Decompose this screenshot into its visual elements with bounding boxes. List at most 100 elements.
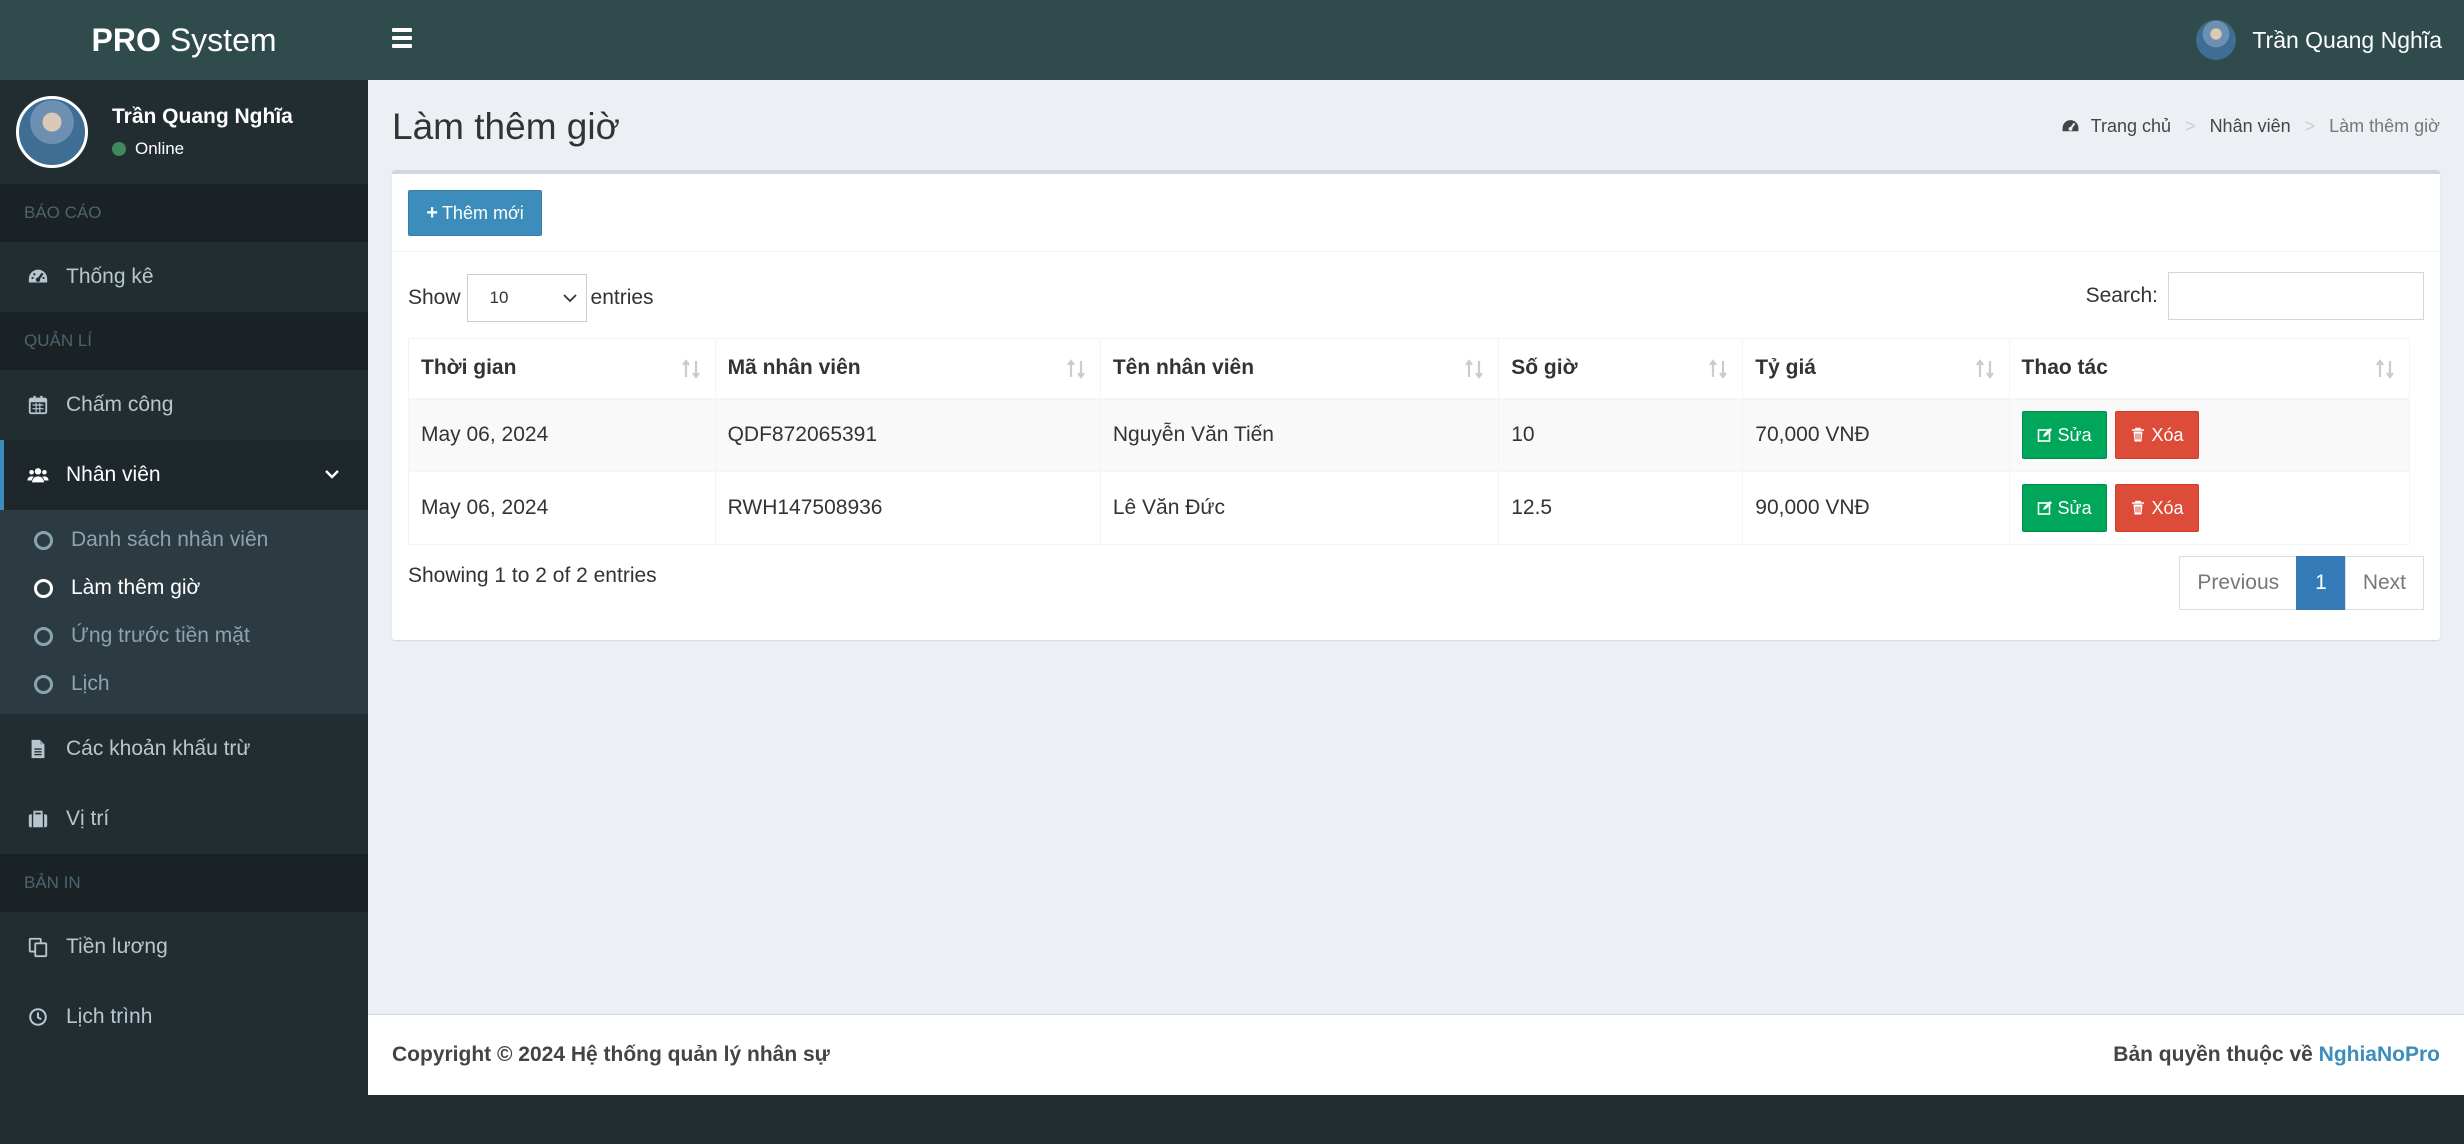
cell-time: May 06, 2024 <box>408 398 716 472</box>
box-header: + Thêm mới <box>392 174 2440 252</box>
breadcrumb-separator: > <box>2304 116 2316 136</box>
submenu-item-label: Ứng trước tiền mặt <box>71 624 250 647</box>
delete-button[interactable]: Xóa <box>2115 411 2199 460</box>
trash-icon <box>2132 500 2145 515</box>
avatar <box>16 96 88 168</box>
column-header-actions[interactable]: Thao tác <box>2008 338 2411 400</box>
calendar-icon <box>26 393 50 417</box>
section-header-print: BẢN IN <box>0 854 368 912</box>
column-header-label: Mã nhân viên <box>727 356 861 380</box>
edit-button[interactable]: Sửa <box>2021 411 2107 460</box>
file-icon <box>26 737 50 761</box>
sidebar-item-label: Tiền lương <box>66 935 168 958</box>
column-header-time[interactable]: Thời gian <box>408 338 716 400</box>
sidebar-item-payroll[interactable]: Tiền lương <box>0 912 368 982</box>
breadcrumb-home[interactable]: Trang chủ <box>2091 116 2171 137</box>
pagination-page-1[interactable]: 1 <box>2296 556 2346 610</box>
circle-icon <box>34 530 53 550</box>
column-header-label: Thời gian <box>421 356 517 380</box>
cell-employee-id: RWH147508936 <box>714 471 1101 545</box>
submenu-item-overtime[interactable]: Làm thêm giờ <box>0 564 368 612</box>
app-logo[interactable]: PRO System <box>0 0 368 80</box>
footer-rights: Bản quyền thuộc về NghiaNoPro <box>2113 1043 2440 1067</box>
briefcase-icon <box>26 807 50 831</box>
menu-toggle-icon[interactable] <box>392 28 412 50</box>
dashboard-icon <box>2062 120 2079 132</box>
edit-label: Sửa <box>2057 424 2092 445</box>
column-header-employee-id[interactable]: Mã nhân viên <box>714 338 1101 400</box>
delete-button[interactable]: Xóa <box>2115 484 2199 532</box>
add-new-button[interactable]: + Thêm mới <box>408 190 542 236</box>
column-header-hours[interactable]: Số giờ <box>1498 338 1744 400</box>
sidebar-item-statistics[interactable]: Thống kê <box>0 242 368 312</box>
overtime-box: + Thêm mới Show 10 entries Search: Thời … <box>392 170 2440 640</box>
online-dot-icon <box>112 142 126 156</box>
cell-actions: Sửa Xóa <box>2008 398 2411 472</box>
users-icon <box>26 463 50 487</box>
logo-bold: PRO <box>91 21 161 58</box>
chevron-down-icon <box>562 294 577 303</box>
sort-icon <box>681 359 700 379</box>
footer: Copyright © 2024 Hệ thống quản lý nhân s… <box>368 1014 2464 1095</box>
cell-hours: 12.5 <box>1498 471 1744 545</box>
user-menu[interactable]: Trần Quang Nghĩa <box>2196 20 2442 60</box>
user-status: Online <box>112 139 293 159</box>
dashboard-icon <box>26 265 50 289</box>
sidebar-item-timeline[interactable]: Lịch trình <box>0 982 368 1052</box>
sort-icon <box>1465 359 1484 379</box>
search-input[interactable] <box>2168 272 2424 320</box>
search-label: Search: <box>2085 284 2158 307</box>
sort-icon <box>2376 359 2394 379</box>
breadcrumb: Trang chủ > Nhân viên > Làm thêm giờ <box>2061 116 2440 137</box>
circle-icon <box>34 626 53 646</box>
pagination-next[interactable]: Next <box>2344 556 2424 610</box>
cell-actions: Sửa Xóa <box>2008 471 2411 545</box>
sidebar-item-positions[interactable]: Vị trí <box>0 784 368 854</box>
user-panel: Trần Quang Nghĩa Online <box>0 80 368 184</box>
status-label: Online <box>135 139 185 158</box>
sidebar-item-employees[interactable]: Nhân viên <box>0 440 368 510</box>
column-header-employee-name[interactable]: Tên nhân viên <box>1099 338 1500 400</box>
cell-time: May 06, 2024 <box>408 471 716 545</box>
submenu-item-label: Danh sách nhân viên <box>71 528 269 551</box>
sidebar-item-attendance[interactable]: Chấm công <box>0 370 368 440</box>
column-header-rate[interactable]: Tỷ giá <box>1742 338 2010 400</box>
plus-icon: + <box>426 201 438 224</box>
page-length-select[interactable]: 10 <box>466 274 587 322</box>
breadcrumb-separator: > <box>2185 116 2196 136</box>
chevron-down-icon <box>325 470 339 479</box>
entries-label: entries <box>590 286 654 309</box>
cell-hours: 10 <box>1498 398 1744 472</box>
table-row: May 06, 2024 QDF872065391 Nguyễn Văn Tiế… <box>408 398 2411 472</box>
user-name: Trần Quang Nghĩa <box>112 105 293 128</box>
delete-label: Xóa <box>2151 424 2184 445</box>
submenu-item-schedule[interactable]: Lịch <box>0 660 368 708</box>
delete-label: Xóa <box>2151 497 2184 518</box>
sidebar-item-label: Thống kê <box>66 265 154 288</box>
breadcrumb-current: Làm thêm giờ <box>2329 116 2440 136</box>
column-header-label: Số giờ <box>1511 356 1578 380</box>
clock-icon <box>26 1005 50 1029</box>
sidebar-item-label: Các khoản khấu trừ <box>66 737 251 760</box>
cell-rate: 90,000 VNĐ <box>1742 471 2010 545</box>
submenu-item-employee-list[interactable]: Danh sách nhân viên <box>0 516 368 564</box>
sort-icon <box>1975 359 1994 379</box>
breadcrumb-employees[interactable]: Nhân viên <box>2210 116 2291 137</box>
sidebar-item-label: Lịch trình <box>66 1005 153 1028</box>
show-label: Show <box>408 286 461 309</box>
avatar <box>2196 20 2237 60</box>
submenu-item-label: Lịch <box>71 672 110 695</box>
edit-button[interactable]: Sửa <box>2021 484 2107 532</box>
page-title: Làm thêm giờ <box>392 106 620 147</box>
sidebar-item-deductions[interactable]: Các khoản khấu trừ <box>0 714 368 784</box>
footer-rights-prefix: Bản quyền thuộc về <box>2113 1043 2313 1066</box>
overtime-table: Thời gian Mã nhân viên Tên nhân viên Số … <box>408 338 2411 545</box>
pagination: Previous 1 Next <box>2179 556 2424 610</box>
footer-author-link[interactable]: NghiaNoPro <box>2319 1043 2440 1066</box>
pagination-previous[interactable]: Previous <box>2179 556 2298 610</box>
cell-employee-name: Nguyễn Văn Tiến <box>1099 398 1500 472</box>
search-control: Search: <box>2086 272 2424 320</box>
page-length-value: 10 <box>489 288 509 307</box>
footer-copyright: Copyright © 2024 Hệ thống quản lý nhân s… <box>392 1043 830 1066</box>
submenu-item-cash-advance[interactable]: Ứng trước tiền mặt <box>0 612 368 660</box>
